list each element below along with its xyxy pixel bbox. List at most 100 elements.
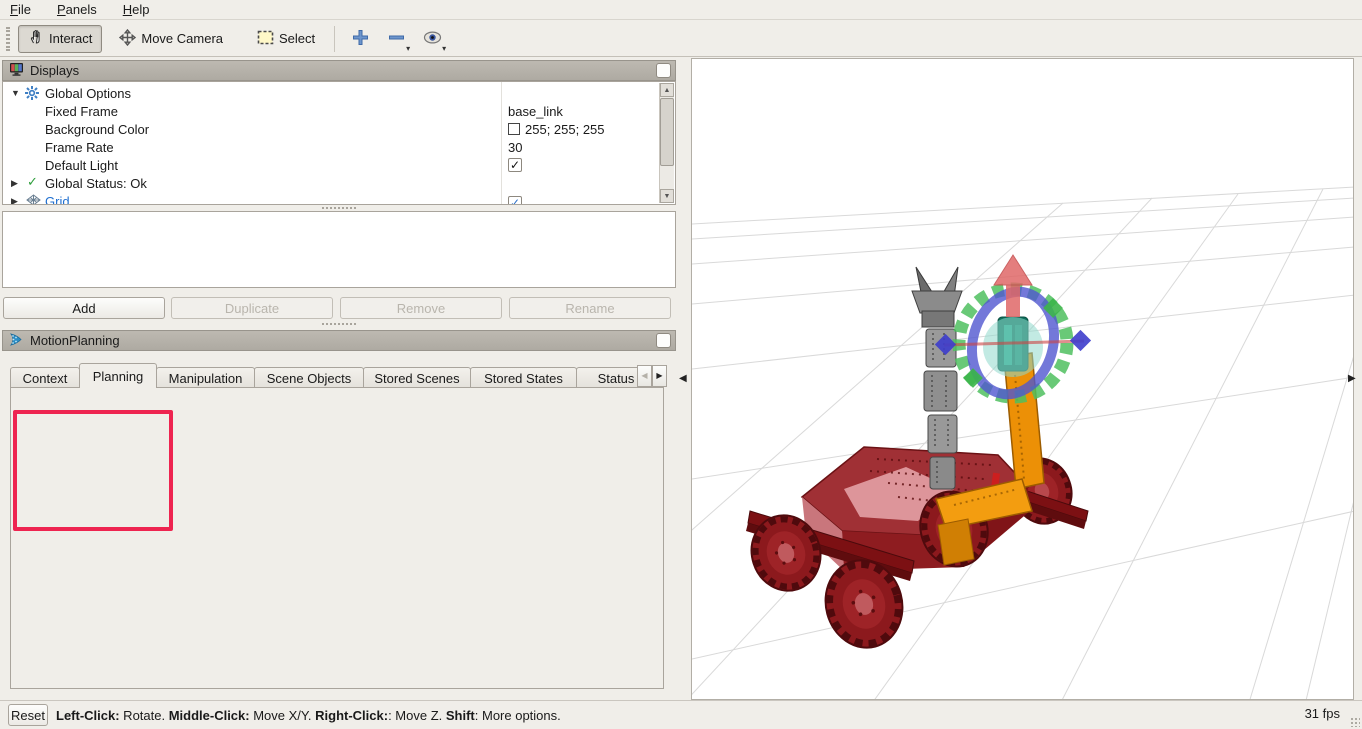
displays-panel-title: Displays <box>30 63 79 78</box>
tree-row-global-status[interactable]: ▶ ✓ Global Status: Ok <box>3 174 675 192</box>
motionplanning-tabstrip: Context Planning Manipulation Scene Obje… <box>10 363 637 388</box>
planning-tab-content <box>10 387 664 689</box>
displays-panel-close-button[interactable] <box>656 63 671 78</box>
displays-panel-titlebar[interactable]: Displays <box>2 60 676 81</box>
minus-icon <box>388 29 405 49</box>
chevron-expanded-icon[interactable]: ▼ <box>11 88 20 98</box>
scrollbar-thumb[interactable] <box>660 98 674 166</box>
gear-icon <box>25 86 39 103</box>
window-resize-grip[interactable] <box>1350 717 1360 727</box>
hand-cursor-icon <box>28 29 44 48</box>
tree-label: Global Status: Ok <box>45 176 147 191</box>
rename-display-button[interactable]: Rename <box>509 297 671 319</box>
tab-label: Context <box>23 371 68 386</box>
tab-label: Status <box>598 371 635 386</box>
toolbar-separator <box>334 26 335 52</box>
chevron-down-icon[interactable]: ▾ <box>442 45 446 53</box>
move-arrows-icon <box>119 29 136 49</box>
tree-row-global-options[interactable]: ▼ Global Options <box>3 84 675 102</box>
duplicate-display-button[interactable]: Duplicate <box>171 297 333 319</box>
tab-label: Stored States <box>484 371 563 386</box>
fixed-frame-value[interactable]: base_link <box>508 104 563 119</box>
tree-row-fixed-frame[interactable]: Fixed Frame base_link <box>3 102 675 120</box>
interact-tool-label: Interact <box>49 31 92 46</box>
splitter-handle[interactable] <box>322 323 356 327</box>
check-ok-icon: ✓ <box>27 174 38 190</box>
tree-label: Background Color <box>45 122 149 137</box>
tab-label: Planning <box>93 369 144 384</box>
color-swatch[interactable] <box>508 123 520 135</box>
monitor-icon <box>9 62 24 79</box>
motionplanning-panel-titlebar[interactable]: MotionPlanning <box>2 330 676 351</box>
zoom-out-tool-button[interactable]: ▾ <box>381 25 411 53</box>
chevron-collapsed-icon[interactable]: ▶ <box>11 178 18 189</box>
grid-icon <box>26 194 41 205</box>
frame-rate-value[interactable]: 30 <box>508 140 522 155</box>
zoom-in-tool-button[interactable] <box>345 25 375 53</box>
display-description-box <box>2 211 676 288</box>
chevron-down-icon[interactable]: ▾ <box>406 45 410 53</box>
eye-icon <box>423 31 442 47</box>
tree-scrollbar[interactable]: ▲ ▼ <box>659 83 674 203</box>
status-bar: Reset Left-Click: Rotate. Middle-Click: … <box>0 700 1362 729</box>
mouse-help-text: Left-Click: Rotate. Middle-Click: Move X… <box>56 708 561 723</box>
motionplanning-panel-close-button[interactable] <box>656 333 671 348</box>
chevron-collapsed-icon[interactable]: ▶ <box>11 196 18 206</box>
toolbar: Interact Move Camera Select ▾ ▾ <box>0 21 1362 57</box>
tree-row-background-color[interactable]: Background Color 255; 255; 255 <box>3 120 675 138</box>
add-display-button[interactable]: Add <box>3 297 165 319</box>
duplicate-button-label: Duplicate <box>225 301 279 316</box>
visibility-tool-button[interactable]: ▾ <box>417 25 447 53</box>
menu-bar: File Panels Help <box>0 0 1362 20</box>
menu-panels[interactable]: Panels <box>57 2 97 17</box>
select-tool-label: Select <box>279 31 315 46</box>
collapse-left-panel-icon[interactable]: ◀ <box>679 373 687 384</box>
tab-status[interactable]: Status <box>576 367 637 388</box>
menu-file[interactable]: File <box>10 2 31 17</box>
tree-label: Default Light <box>45 158 118 173</box>
move-camera-tool-label: Move Camera <box>141 31 223 46</box>
background-color-value[interactable]: 255; 255; 255 <box>525 122 605 137</box>
plus-icon <box>352 29 369 49</box>
tab-planning[interactable]: Planning <box>79 363 157 388</box>
tree-row-frame-rate[interactable]: Frame Rate 30 <box>3 138 675 156</box>
tree-label: Frame Rate <box>45 140 114 155</box>
move-camera-tool-button[interactable]: Move Camera <box>110 25 232 53</box>
reset-button-label: Reset <box>11 708 45 723</box>
fps-counter: 31 fps <box>1305 706 1340 721</box>
tree-label: Grid <box>45 194 70 206</box>
grid-checkbox[interactable] <box>508 196 522 205</box>
tab-scroll-left-button[interactable]: ◀ <box>637 365 652 387</box>
tab-manipulation[interactable]: Manipulation <box>156 367 255 388</box>
tab-scroll-right-button[interactable]: ▶ <box>652 365 667 387</box>
displays-tree: ▼ Global Options Fixed Frame base_link B… <box>2 81 676 205</box>
scroll-up-icon[interactable]: ▲ <box>660 83 674 97</box>
default-light-checkbox[interactable] <box>508 158 522 172</box>
scroll-down-icon[interactable]: ▼ <box>660 189 674 203</box>
menu-help[interactable]: Help <box>123 2 150 17</box>
selection-box-icon <box>257 30 274 48</box>
select-tool-button[interactable]: Select <box>248 25 324 53</box>
tab-context[interactable]: Context <box>10 367 80 388</box>
rename-button-label: Rename <box>565 301 614 316</box>
3d-viewport[interactable] <box>691 58 1354 700</box>
tab-label: Scene Objects <box>267 371 352 386</box>
remove-button-label: Remove <box>397 301 445 316</box>
3d-scene <box>692 59 1354 700</box>
collapse-right-panel-icon[interactable]: ▶ <box>1348 373 1356 384</box>
motionplanning-panel-title: MotionPlanning <box>30 333 120 348</box>
remove-display-button[interactable]: Remove <box>340 297 502 319</box>
tab-label: Stored Scenes <box>374 371 459 386</box>
tab-stored-states[interactable]: Stored States <box>470 367 577 388</box>
tab-stored-scenes[interactable]: Stored Scenes <box>363 367 471 388</box>
tab-scene-objects[interactable]: Scene Objects <box>254 367 364 388</box>
tab-label: Manipulation <box>169 371 243 386</box>
tree-row-grid[interactable]: ▶ Grid <box>3 192 675 205</box>
tree-label: Global Options <box>45 86 131 101</box>
marker-sphere <box>983 317 1043 377</box>
interact-tool-button[interactable]: Interact <box>18 25 102 53</box>
tree-row-default-light[interactable]: Default Light <box>3 156 675 174</box>
toolbar-drag-handle[interactable] <box>6 27 10 51</box>
rover-robot[interactable] <box>742 255 1091 656</box>
reset-button[interactable]: Reset <box>8 704 48 726</box>
